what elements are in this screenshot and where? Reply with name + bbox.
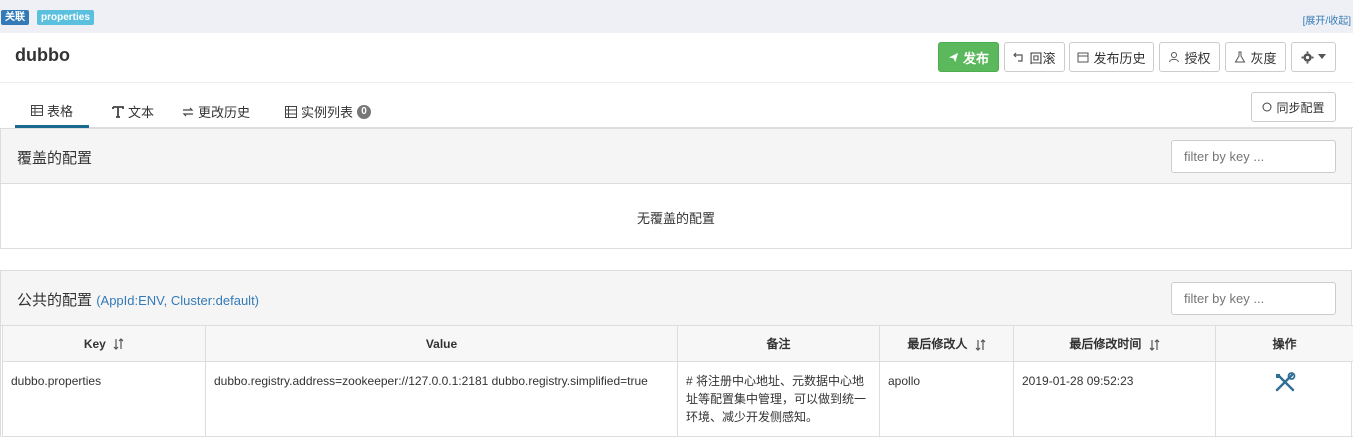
- wrench-edit-icon[interactable]: [1274, 372, 1296, 394]
- table-header-row: Key Value 备注 最后修改人 最后修改时间 操作: [2, 325, 1353, 362]
- tab-text-label: 文本: [127, 105, 154, 120]
- column-header-key-label: Key: [83, 336, 106, 351]
- caret-down-icon: [1318, 54, 1326, 59]
- cell-modifier: apollo: [879, 361, 1014, 437]
- instance-count-badge: 0: [357, 104, 371, 119]
- cell-comment: # 将注册中心地址、元数据中心地址等配置集中管理，可以做到统一环境、减少开发侧感…: [677, 361, 880, 437]
- sort-icon: [113, 338, 124, 351]
- namespace-title: dubbo: [15, 45, 70, 65]
- tab-text[interactable]: 文本: [103, 95, 163, 128]
- column-header-modified-time-label: 最后修改时间: [1069, 337, 1142, 351]
- authorize-button[interactable]: 授权: [1159, 42, 1220, 72]
- cell-value: dubbo.registry.address=zookeeper://127.0…: [205, 361, 678, 437]
- tab-change-history-label: 更改历史: [197, 105, 250, 120]
- sync-config-label: 同步配置: [1276, 100, 1325, 115]
- list-icon: [284, 105, 297, 118]
- settings-dropdown-button[interactable]: [1291, 42, 1336, 72]
- send-icon: [948, 52, 959, 62]
- tab-change-history[interactable]: 更改历史: [179, 95, 253, 128]
- user-icon: [1169, 52, 1180, 63]
- column-header-modifier[interactable]: 最后修改人: [879, 325, 1014, 362]
- column-header-modifier-label: 最后修改人: [907, 337, 968, 351]
- rollback-label: 回滚: [1029, 50, 1056, 66]
- override-panel-header: 覆盖的配置: [1, 129, 1351, 184]
- public-panel-title: 公共的配置 (AppId:ENV, Cluster:default): [17, 289, 259, 310]
- flask-icon: [1235, 51, 1246, 63]
- swap-icon: [182, 107, 194, 116]
- circle-icon: [1262, 102, 1272, 112]
- header-divider: [0, 82, 1353, 83]
- sync-config-button[interactable]: 同步配置: [1251, 92, 1336, 122]
- column-header-actions: 操作: [1215, 325, 1353, 362]
- format-tag: properties: [37, 10, 94, 25]
- view-tabs: 表格 文本 更改历史 实例列表 0: [15, 95, 1353, 128]
- release-history-button[interactable]: 发布历史: [1069, 42, 1154, 72]
- gear-icon: [1301, 50, 1314, 64]
- column-header-key[interactable]: Key: [2, 325, 206, 362]
- public-panel-subtitle: (AppId:ENV, Cluster:default): [96, 293, 260, 308]
- expand-collapse-link[interactable]: [展开/收起]: [1303, 12, 1351, 27]
- public-panel-title-text: 公共的配置: [17, 292, 93, 309]
- table-icon: [30, 104, 43, 116]
- calendar-icon: [1077, 52, 1089, 63]
- rollback-icon: [1013, 52, 1024, 62]
- cell-key: dubbo.properties: [2, 361, 206, 437]
- override-config-panel: 覆盖的配置 无覆盖的配置: [0, 128, 1352, 249]
- override-panel-title: 覆盖的配置: [17, 150, 93, 167]
- tab-instance-list[interactable]: 实例列表 0: [281, 95, 375, 128]
- authorize-label: 授权: [1184, 50, 1211, 66]
- table-row: dubbo.properties dubbo.registry.address=…: [2, 361, 1353, 437]
- release-history-label: 发布历史: [1093, 50, 1146, 66]
- public-config-panel: 公共的配置 (AppId:ENV, Cluster:default) Key V…: [0, 270, 1353, 437]
- tab-table-label: 表格: [46, 103, 73, 119]
- column-header-comment: 备注: [677, 325, 880, 362]
- tab-instance-list-label: 实例列表: [300, 105, 353, 120]
- public-panel-header: 公共的配置 (AppId:ENV, Cluster:default): [1, 271, 1351, 326]
- top-bar: 关联 properties [展开/收起]: [0, 0, 1353, 33]
- text-icon: [112, 105, 124, 118]
- publish-label: 发布: [962, 50, 989, 66]
- cell-actions: [1215, 361, 1353, 437]
- public-filter-input[interactable]: [1171, 282, 1336, 315]
- cell-modified-time: 2019-01-28 09:52:23: [1013, 361, 1216, 437]
- override-empty-message: 无覆盖的配置: [636, 211, 715, 226]
- gray-release-button[interactable]: 灰度: [1225, 42, 1286, 72]
- gray-release-label: 灰度: [1250, 50, 1277, 66]
- publish-button[interactable]: 发布: [938, 42, 999, 72]
- tab-table[interactable]: 表格: [15, 95, 89, 128]
- config-table: Key Value 备注 最后修改人 最后修改时间 操作 dubbo.prope…: [2, 325, 1353, 437]
- relation-tag: 关联: [1, 10, 29, 25]
- sort-icon: [975, 338, 986, 351]
- sort-icon: [1149, 338, 1160, 351]
- rollback-button[interactable]: 回滚: [1004, 42, 1065, 72]
- override-filter-input[interactable]: [1171, 140, 1336, 173]
- column-header-value: Value: [205, 325, 678, 362]
- column-header-modified-time[interactable]: 最后修改时间: [1013, 325, 1216, 362]
